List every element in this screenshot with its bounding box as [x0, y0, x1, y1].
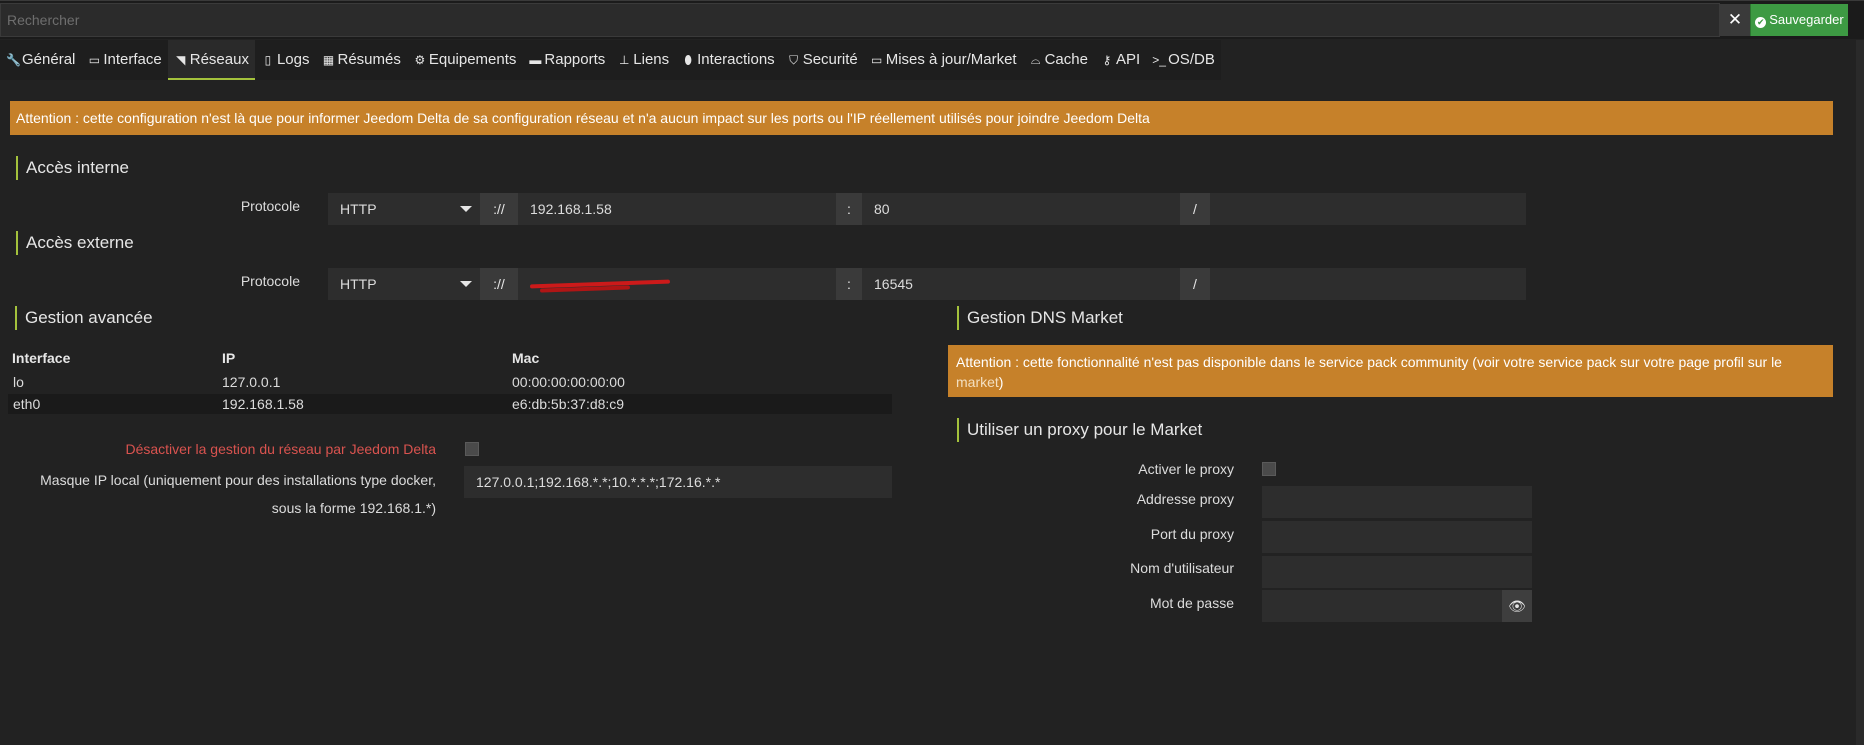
section-dns-market: Gestion DNS Market — [957, 306, 1123, 330]
col-ip: IP — [222, 350, 236, 366]
external-port-input[interactable]: 16545 — [862, 268, 1180, 300]
tab-interactions[interactable]: ⬮ Interactions — [675, 40, 781, 80]
dns-warning-alert: Attention : cette fonctionnalité n'est p… — [948, 345, 1833, 397]
sitemap-icon: ⊥ — [619, 53, 630, 67]
report-icon: ▬ — [529, 53, 542, 67]
proxy-user-label: Nom d'utilisateur — [1130, 560, 1234, 576]
show-password-button[interactable]: 👁 — [1502, 590, 1532, 622]
save-button[interactable]: ✔ Sauvegarder — [1750, 4, 1848, 36]
gears-icon: ⚙ — [414, 53, 426, 67]
section-proxy: Utiliser un proxy pour le Market — [957, 418, 1202, 442]
internal-path-sep: / — [1180, 193, 1210, 225]
ip-mask-label-line2: sous la forme 192.168.1.*) — [271, 500, 436, 516]
proxy-enable-checkbox[interactable] — [1262, 462, 1276, 476]
proxy-password-input[interactable] — [1262, 590, 1502, 622]
file-icon: ▯ — [264, 53, 272, 67]
internal-port-input[interactable]: 80 — [862, 193, 1180, 225]
credit-card-icon: ▭ — [871, 53, 883, 67]
col-interface: Interface — [12, 350, 71, 366]
tab-liens[interactable]: ⊥ Liens — [611, 40, 675, 80]
section-external-access: Accès externe — [16, 231, 134, 255]
tab-cache[interactable]: ⌓ Cache — [1023, 40, 1094, 80]
clear-search-button[interactable]: ✕ — [1720, 4, 1750, 36]
eye-icon: 👁 — [1508, 598, 1526, 614]
proxy-user-input[interactable] — [1262, 556, 1532, 588]
shield-icon: ⛉ — [789, 53, 799, 67]
tab-general[interactable]: 🔧Général — [0, 40, 81, 80]
external-scheme-sep: :// — [480, 268, 518, 300]
proxy-address-input[interactable] — [1262, 486, 1532, 518]
internal-protocol-select[interactable]: HTTP — [328, 193, 480, 225]
hdd-icon: ⌓ — [1030, 53, 1041, 67]
tab-logs[interactable]: ▯ Logs — [255, 40, 316, 80]
tab-os-db[interactable]: >_ OS/DB — [1146, 40, 1221, 80]
ip-mask-input[interactable]: 127.0.0.1;192.168.*.*;10.*.*.*;172.16.*.… — [464, 466, 892, 498]
table-row: eth0 192.168.1.58 e6:db:5b:37:d8:c9 — [8, 394, 892, 414]
tab-api[interactable]: ⚷ API — [1094, 40, 1146, 80]
proxy-enable-label: Activer le proxy — [1138, 461, 1234, 477]
internal-protocol-label: Protocole — [240, 198, 300, 214]
tab-interface[interactable]: ▭ Interface — [81, 40, 167, 80]
internal-path-input[interactable] — [1210, 193, 1526, 225]
laptop-icon: ▭ — [88, 53, 101, 67]
search-input[interactable] — [0, 3, 1720, 37]
microphone-icon: ⬮ — [684, 53, 692, 67]
internal-scheme-sep: :// — [480, 193, 518, 225]
market-link[interactable]: market — [956, 374, 999, 390]
section-advanced: Gestion avancée — [15, 306, 153, 330]
chevron-down-icon — [460, 281, 472, 287]
tab-rapports[interactable]: ▬ Rapports — [522, 40, 611, 80]
page-scrollbar[interactable] — [1856, 40, 1864, 745]
external-port-sep: : — [836, 268, 862, 300]
close-icon: ✕ — [1727, 10, 1743, 29]
tab-reseaux[interactable]: ◥ Réseaux — [167, 40, 255, 80]
internal-host-input[interactable]: 192.168.1.58 — [518, 193, 836, 225]
disable-network-label: Désactiver la gestion du réseau par Jeed… — [125, 441, 436, 457]
tab-resumes[interactable]: ▦ Résumés — [315, 40, 406, 80]
section-internal-access: Accès interne — [16, 156, 129, 180]
internal-port-sep: : — [836, 193, 862, 225]
tab-mises-a-jour[interactable]: ▭ Mises à jour/Market — [864, 40, 1023, 80]
top-bar: ✕ ✔Sauvegarder — [0, 0, 1864, 39]
disable-network-checkbox[interactable] — [465, 442, 479, 456]
table-row: lo 127.0.0.1 00:00:00:00:00:00 — [13, 374, 625, 390]
config-tabs: 🔧Général ▭ Interface ◥ Réseaux ▯ Logs ▦ Résu… — [0, 40, 1221, 80]
wrench-icon: 🔧 — [6, 53, 21, 67]
proxy-address-label: Addresse proxy — [1136, 491, 1234, 507]
ip-mask-label-line1: Masque IP local (uniquement pour des ins… — [40, 472, 436, 488]
proxy-port-label: Port du proxy — [1150, 526, 1234, 542]
external-protocol-select[interactable]: HTTP — [328, 268, 480, 300]
external-protocol-label: Protocole — [240, 273, 300, 289]
network-warning-alert: Attention : cette configuration n'est là… — [10, 101, 1833, 135]
proxy-port-input[interactable] — [1262, 521, 1532, 553]
tab-securite[interactable]: ⛉ Securité — [781, 40, 864, 80]
key-icon: ⚷ — [1102, 53, 1112, 67]
terminal-icon: >_ — [1152, 53, 1166, 67]
rss-icon: ◥ — [176, 53, 186, 67]
chevron-down-icon — [460, 206, 472, 212]
proxy-password-label: Mot de passe — [1149, 595, 1234, 611]
tab-equipements[interactable]: ⚙ Equipements — [407, 40, 523, 80]
save-label: Sauvegarder — [1769, 12, 1844, 27]
check-circle-icon: ✔ — [1755, 17, 1767, 28]
external-path-sep: / — [1180, 268, 1210, 300]
external-path-input[interactable] — [1210, 268, 1526, 300]
col-mac: Mac — [512, 350, 540, 366]
table-icon: ▦ — [322, 53, 335, 67]
